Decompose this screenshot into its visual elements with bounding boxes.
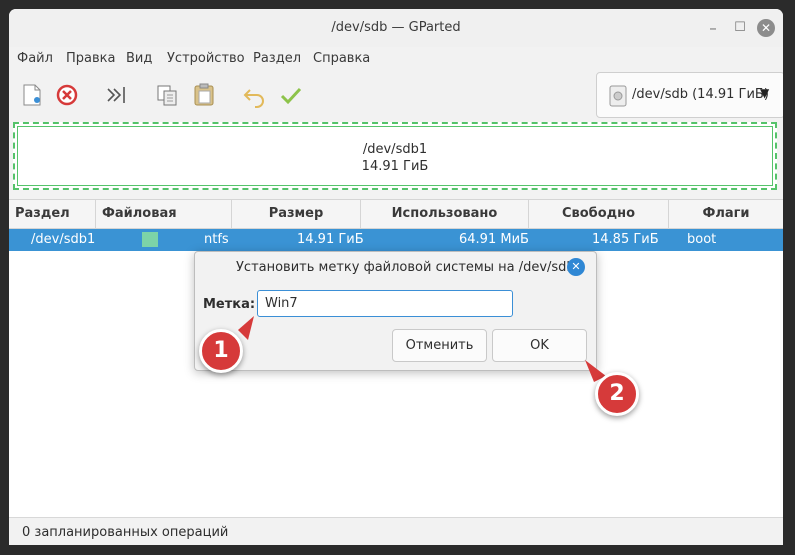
label-caption: Метка: xyxy=(203,297,256,312)
ok-button[interactable]: OK xyxy=(492,329,587,362)
menu-help[interactable]: Справка xyxy=(313,51,370,66)
new-partition-icon[interactable] xyxy=(18,81,46,109)
resize-move-icon[interactable] xyxy=(103,81,131,109)
menu-edit[interactable]: Правка xyxy=(66,51,115,66)
device-selector[interactable]: /dev/sdb (14.91 ГиБ) ▼ xyxy=(596,72,783,118)
callout-marker-1: 1 xyxy=(199,329,243,373)
menu-device[interactable]: Устройство xyxy=(167,51,245,66)
label-dialog: Установить метку файловой системы на /de… xyxy=(194,251,597,371)
minimize-icon[interactable]: – xyxy=(704,19,722,37)
undo-icon[interactable] xyxy=(241,81,269,109)
window-title: /dev/sdb — GParted xyxy=(331,20,461,35)
callout-marker-2: 2 xyxy=(595,372,639,416)
close-icon[interactable]: ✕ xyxy=(757,19,775,37)
close-icon[interactable]: ✕ xyxy=(567,258,585,276)
cell-size: 14.91 ГиБ xyxy=(297,232,364,247)
header-filesystem[interactable]: Файловая система xyxy=(96,200,232,248)
menu-view[interactable]: Вид xyxy=(126,51,152,66)
filesystem-color-swatch xyxy=(142,232,158,247)
cell-used: 64.91 МиБ xyxy=(459,232,529,247)
header-size[interactable]: Размер xyxy=(232,200,361,228)
status-text: 0 запланированных операций xyxy=(22,525,229,540)
status-bar: 0 запланированных операций xyxy=(9,517,783,545)
menu-partition[interactable]: Раздел xyxy=(253,51,301,66)
cell-partition: /dev/sdb1 xyxy=(31,232,96,247)
header-used[interactable]: Использовано xyxy=(361,200,529,228)
dialog-title: Установить метку файловой системы на /de… xyxy=(236,260,583,275)
header-free[interactable]: Свободно xyxy=(529,200,669,228)
table-header: Раздел Файловая система Размер Использов… xyxy=(9,200,783,248)
table-row[interactable]: /dev/sdb1 ntfs 14.91 ГиБ 64.91 МиБ 14.85… xyxy=(9,229,783,251)
label-input[interactable] xyxy=(257,290,513,317)
copy-icon[interactable] xyxy=(153,81,181,109)
map-partition-size: 14.91 ГиБ xyxy=(361,159,429,174)
header-partition[interactable]: Раздел xyxy=(9,200,96,228)
menu-bar: Файл Правка Вид Устройство Раздел Справк… xyxy=(9,47,783,71)
map-partition-name: /dev/sdb1 xyxy=(362,142,428,157)
device-label: /dev/sdb (14.91 ГиБ) xyxy=(632,87,769,102)
drive-icon xyxy=(609,85,627,107)
paste-icon[interactable] xyxy=(190,81,218,109)
cell-filesystem: ntfs xyxy=(204,232,229,247)
disk-map[interactable]: /dev/sdb1 14.91 ГиБ xyxy=(13,122,777,190)
apply-icon[interactable] xyxy=(277,81,305,109)
cancel-button[interactable]: Отменить xyxy=(392,329,487,362)
delete-icon[interactable] xyxy=(53,81,81,109)
cell-free: 14.85 ГиБ xyxy=(592,232,659,247)
cell-flags: boot xyxy=(687,232,717,247)
chevron-down-icon: ▼ xyxy=(760,86,770,100)
title-bar: /dev/sdb — GParted – ☐ ✕ xyxy=(9,9,783,47)
menu-file[interactable]: Файл xyxy=(17,51,53,66)
maximize-icon[interactable]: ☐ xyxy=(731,19,749,37)
header-flags[interactable]: Флаги xyxy=(669,200,783,228)
